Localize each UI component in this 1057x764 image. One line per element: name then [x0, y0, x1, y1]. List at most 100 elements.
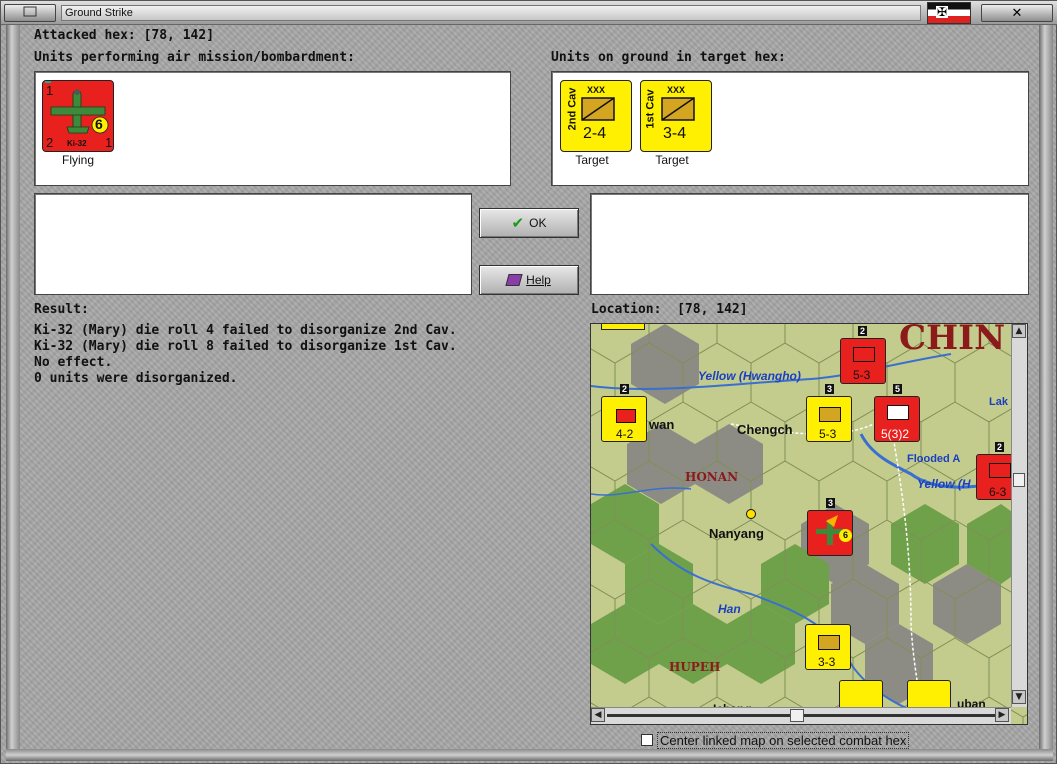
infantry-icon	[853, 347, 875, 362]
ground-unit-side-label: 2nd Cav	[566, 87, 579, 131]
map-vertical-scrollbar[interactable]: ▲ ▼	[1011, 324, 1027, 707]
help-button[interactable]: Help	[479, 265, 579, 295]
map-unit-counter[interactable]: 5(3)2 5	[874, 384, 920, 442]
air-unit-name: Ki-32	[67, 139, 87, 148]
infantry-icon	[616, 409, 636, 423]
scroll-right-icon[interactable]: ▶	[995, 708, 1009, 722]
cross-icon: ✠	[936, 5, 948, 19]
stack-count-badge: 2	[858, 326, 868, 336]
map-region-label: HUPEH	[669, 660, 721, 674]
stack-count-badge: 3	[825, 384, 835, 394]
horizontal-scroll-thumb[interactable]	[790, 709, 804, 722]
close-icon: ✕	[1011, 6, 1023, 21]
air-unit-attack: 6	[95, 116, 103, 132]
ground-strike-window: Ground Strike ✠ ✕ Attacked hex: [78, 142…	[0, 0, 1057, 764]
nation-flag-icon: ✠	[927, 2, 971, 24]
ground-unit-strength: 2-4	[583, 125, 607, 142]
map-unit-strength: 5-3	[819, 427, 837, 441]
map-unit-strength: 3-3	[818, 655, 836, 669]
result-label: Result:	[34, 302, 89, 317]
result-line: Ki-32 (Mary) die roll 4 failed to disorg…	[34, 323, 457, 338]
ground-unit-status: Target	[655, 153, 689, 167]
ground-unit-status: Target	[575, 153, 609, 167]
map-horizontal-scrollbar[interactable]: ◀ ▶	[591, 707, 1011, 724]
infantry-icon	[818, 635, 840, 650]
location-label: Location:	[591, 302, 662, 317]
location-value: [78, 142]	[677, 302, 748, 317]
result-line: 0 units were disorganized.	[34, 371, 238, 386]
air-units-label: Units performing air mission/bombardment…	[34, 50, 355, 65]
air-unit-status: Flying	[61, 153, 94, 167]
result-text: Ki-32 (Mary) die roll 4 failed to disorg…	[34, 323, 457, 387]
stack-count-badge: 2	[620, 384, 630, 394]
map-unit-strength: 4-2	[616, 427, 634, 441]
result-line: No effect.	[34, 355, 113, 370]
map-river-label: Han	[718, 602, 741, 616]
air-unit-top-left: 1	[46, 83, 54, 98]
map-unit-counter[interactable]: 3-3	[805, 624, 851, 670]
ground-unit-side-label: 1st Cav	[644, 89, 657, 129]
map-unit-counter[interactable]: 5-3 3	[806, 384, 852, 442]
map-unit-strength: 5-3	[853, 368, 871, 382]
frame-right	[1039, 25, 1053, 751]
ground-unit-size: XXX	[587, 85, 606, 95]
center-map-checkbox[interactable]	[641, 734, 653, 746]
ground-units-panel: 2nd Cav XXX 2-4 Target 1st Cav XXX 3-4 T…	[551, 71, 1029, 186]
close-button[interactable]: ✕	[981, 4, 1053, 22]
stack-count-badge: 3	[826, 498, 836, 508]
map-city-label: Chengch	[737, 422, 793, 437]
infantry-icon	[819, 407, 841, 422]
center-map-checkbox-label[interactable]: Center linked map on selected combat hex	[657, 732, 910, 749]
stack-count-badge: 2	[995, 442, 1005, 452]
ground-unit-counter-2nd-cav[interactable]: 2nd Cav XXX 2-4	[560, 80, 632, 152]
attacked-hex-row: Attacked hex: [78, 142]	[34, 28, 214, 43]
vertical-scroll-thumb[interactable]	[1013, 473, 1025, 487]
title-bar: Ground Strike ✠ ✕	[1, 1, 1057, 25]
stack-count-badge: 5	[893, 384, 903, 394]
air-unit-bottom-right: 1	[105, 135, 113, 150]
map-city-label: wan	[649, 417, 675, 432]
map-unit-counter[interactable]: 5-3 2	[840, 326, 886, 384]
map-unit-strength: 6-3	[989, 485, 1007, 499]
scroll-down-icon[interactable]: ▼	[1012, 690, 1026, 704]
restore-icon	[23, 6, 37, 17]
map-region-label: HONAN	[685, 470, 739, 484]
system-menu-button[interactable]	[4, 4, 56, 22]
map-air-unit-counter[interactable]: 6 3	[807, 498, 853, 556]
scroll-up-icon[interactable]: ▲	[1012, 324, 1026, 338]
ground-unit-size: XXX	[667, 85, 686, 95]
frame-bottom	[6, 749, 1053, 761]
air-units-panel: 6 1 2 Ki-32 1 Flying	[34, 71, 511, 186]
ok-button[interactable]: ✔ OK	[479, 208, 579, 238]
ground-unit-counter-1st-cav[interactable]: 1st Cav XXX 3-4	[640, 80, 712, 152]
map-country-label: CHIN	[899, 323, 1006, 358]
air-unit-bottom-left: 2	[46, 135, 54, 150]
help-book-icon	[505, 274, 523, 286]
frame-left	[6, 25, 20, 751]
result-line: Ki-32 (Mary) die roll 8 failed to disorg…	[34, 339, 457, 354]
air-unit-counter[interactable]: 6 1 2 Ki-32 1	[42, 80, 114, 152]
ok-label: OK	[529, 216, 547, 230]
map-flooded-label: Flooded A	[907, 453, 961, 465]
map-lake-label: Lak	[989, 396, 1008, 408]
scroll-left-icon[interactable]: ◀	[591, 708, 605, 722]
location-row: Location: [78, 142]	[591, 302, 748, 317]
ground-unit-strength: 3-4	[663, 125, 687, 142]
help-label: Help	[526, 273, 551, 287]
attacked-hex-label: Attacked hex:	[34, 28, 136, 43]
infantry-icon	[989, 463, 1011, 478]
ground-units-label: Units on ground in target hex:	[551, 50, 786, 65]
map-river-label: Yellow (H	[917, 477, 971, 491]
map-unit-counter[interactable]	[601, 324, 645, 330]
checkmark-icon: ✔	[511, 214, 525, 232]
infantry-icon	[887, 405, 909, 420]
attacker-details-panel	[34, 193, 472, 295]
cavalry-icon	[661, 97, 695, 121]
cavalry-icon	[581, 97, 615, 121]
map-unit-counter[interactable]: 4-2 2	[601, 384, 647, 442]
map-river-label: Yellow (Hwangho)	[698, 369, 801, 383]
location-map[interactable]: CHIN Yellow (Hwangho) Yellow (H Han Chen…	[590, 323, 1028, 725]
map-unit-strength: 5(3)2	[881, 427, 910, 441]
defender-details-panel	[590, 193, 1029, 295]
window-title: Ground Strike	[61, 5, 921, 21]
